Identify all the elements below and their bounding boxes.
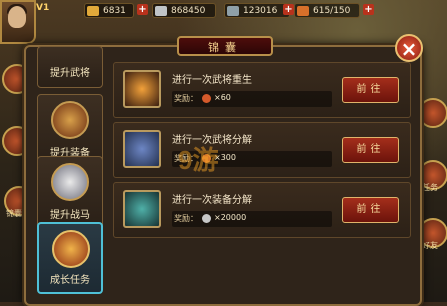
top-resource-bar: V1 6831 + 868450 123016 + 615/150 + bbox=[0, 0, 447, 44]
reward-value: ×60 bbox=[214, 93, 231, 102]
resource-soldiers: 123016 bbox=[224, 3, 290, 18]
task-reward: 奖励： ×60 bbox=[172, 91, 332, 107]
goto-button[interactable]: 前往 bbox=[342, 197, 399, 223]
tab-upgrade-horse-label: 提升战马 bbox=[50, 210, 90, 221]
player-avatar[interactable] bbox=[0, 0, 36, 44]
task-reward: 奖励： ×20000 bbox=[172, 211, 332, 227]
horse-icon bbox=[51, 163, 89, 201]
soldiers-icon bbox=[227, 6, 239, 16]
silver-icon bbox=[155, 6, 167, 16]
tab-growth-tasks-label: 成长任务 bbox=[50, 275, 90, 286]
tab-upgrade-general[interactable]: 提升武将 bbox=[37, 46, 103, 88]
resource-gold: 6831 bbox=[84, 3, 134, 18]
reward-item-icon bbox=[202, 94, 211, 103]
goto-button[interactable]: 前往 bbox=[342, 77, 399, 103]
tab-growth-tasks[interactable]: 成长任务 bbox=[37, 222, 103, 294]
resource-energy-value: 615/150 bbox=[313, 6, 351, 16]
close-button[interactable]: × bbox=[395, 34, 423, 62]
resource-energy: 615/150 bbox=[294, 3, 360, 18]
add-energy-button[interactable]: + bbox=[363, 4, 374, 15]
gold-ingot-icon bbox=[87, 6, 99, 16]
equipment-helmet-icon bbox=[123, 190, 161, 228]
reward-label: 奖励： bbox=[174, 94, 198, 103]
task-list: 进行一次武将重生 奖励： ×60 前往 进行一次武将分解 奖励： ×300 前往… bbox=[113, 62, 413, 302]
side-label-jinnang: 锦囊 bbox=[6, 209, 22, 218]
add-soldiers-button[interactable]: + bbox=[283, 4, 294, 15]
goto-button[interactable]: 前往 bbox=[342, 137, 399, 163]
reward-value: ×20000 bbox=[214, 213, 247, 222]
task-title: 进行一次武将重生 bbox=[172, 75, 252, 86]
silver-coin-icon bbox=[202, 214, 211, 223]
scroll-book-icon bbox=[52, 230, 90, 268]
equipment-warrior-icon bbox=[51, 101, 89, 139]
vip-level: V1 bbox=[36, 3, 50, 13]
add-gold-button[interactable]: + bbox=[137, 4, 148, 15]
task-row: 进行一次武将分解 奖励： ×300 前往 bbox=[113, 122, 411, 178]
avatar-face bbox=[8, 6, 26, 28]
watermark-logo: 9游 bbox=[178, 145, 219, 175]
tab-column: 提升武将 提升装备 提升战马 成长任务 bbox=[31, 46, 107, 302]
task-row: 进行一次武将重生 奖励： ×60 前往 bbox=[113, 62, 411, 118]
resource-gold-value: 6831 bbox=[103, 6, 126, 16]
reward-label: 奖励： bbox=[174, 214, 198, 223]
task-title: 进行一次装备分解 bbox=[172, 195, 252, 206]
resource-silver-value: 868450 bbox=[171, 6, 206, 16]
tab-upgrade-general-label: 提升武将 bbox=[50, 68, 90, 79]
rebirth-flame-icon bbox=[123, 70, 161, 108]
side-label-task: 任务 bbox=[422, 183, 438, 192]
resource-soldiers-value: 123016 bbox=[243, 6, 278, 16]
resource-silver: 868450 bbox=[152, 3, 216, 18]
task-row: 进行一次装备分解 奖励： ×20000 前往 bbox=[113, 182, 411, 238]
general-warrior-icon bbox=[123, 130, 161, 168]
side-label-friends: 好友 bbox=[422, 241, 438, 250]
energy-icon bbox=[297, 6, 309, 16]
tab-upgrade-horse[interactable]: 提升战马 bbox=[37, 156, 103, 228]
side-menu-icon-4[interactable] bbox=[418, 98, 447, 128]
panel-title: 锦囊 bbox=[177, 36, 273, 56]
